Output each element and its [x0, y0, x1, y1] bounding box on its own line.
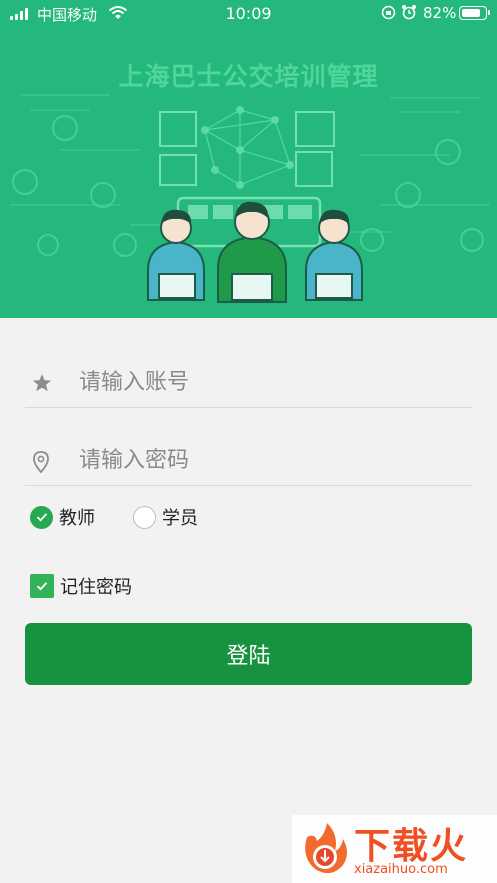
battery-icon: [459, 6, 490, 20]
remember-password-label: 记住密码: [60, 577, 132, 598]
login-button[interactable]: 登陆: [25, 623, 472, 685]
status-bar: 中国移动 10:09 82%: [0, 0, 497, 28]
password-input[interactable]: [79, 440, 459, 480]
rotation-lock-icon: [381, 5, 396, 24]
banner-illustration: [10, 94, 490, 303]
star-icon: [31, 372, 53, 398]
account-field: [25, 350, 472, 408]
role-radio-student[interactable]: 学员: [133, 504, 198, 530]
watermark: 下载火 xiazaihuo.com: [292, 815, 497, 883]
location-pin-icon: [31, 450, 51, 478]
account-input[interactable]: [79, 362, 459, 402]
password-field: [25, 428, 472, 486]
watermark-domain: xiazaihuo.com: [354, 862, 448, 877]
radio-checked-icon: [30, 505, 53, 529]
checkbox-checked-icon: [30, 574, 54, 598]
alarm-icon: [401, 4, 417, 24]
flame-logo-icon: [295, 817, 353, 883]
role-radio-teacher[interactable]: 教师: [30, 504, 95, 530]
remember-password-checkbox[interactable]: 记住密码: [30, 573, 132, 599]
role-label-student: 学员: [162, 508, 198, 529]
battery-percent: 82%: [423, 4, 457, 22]
header-banner: 上海巴士公交培训管理: [0, 0, 497, 318]
radio-unchecked-icon: [133, 505, 156, 529]
app-title: 上海巴士公交培训管理: [118, 62, 379, 91]
role-label-teacher: 教师: [59, 508, 95, 529]
role-selector: 教师 学员: [30, 503, 236, 531]
